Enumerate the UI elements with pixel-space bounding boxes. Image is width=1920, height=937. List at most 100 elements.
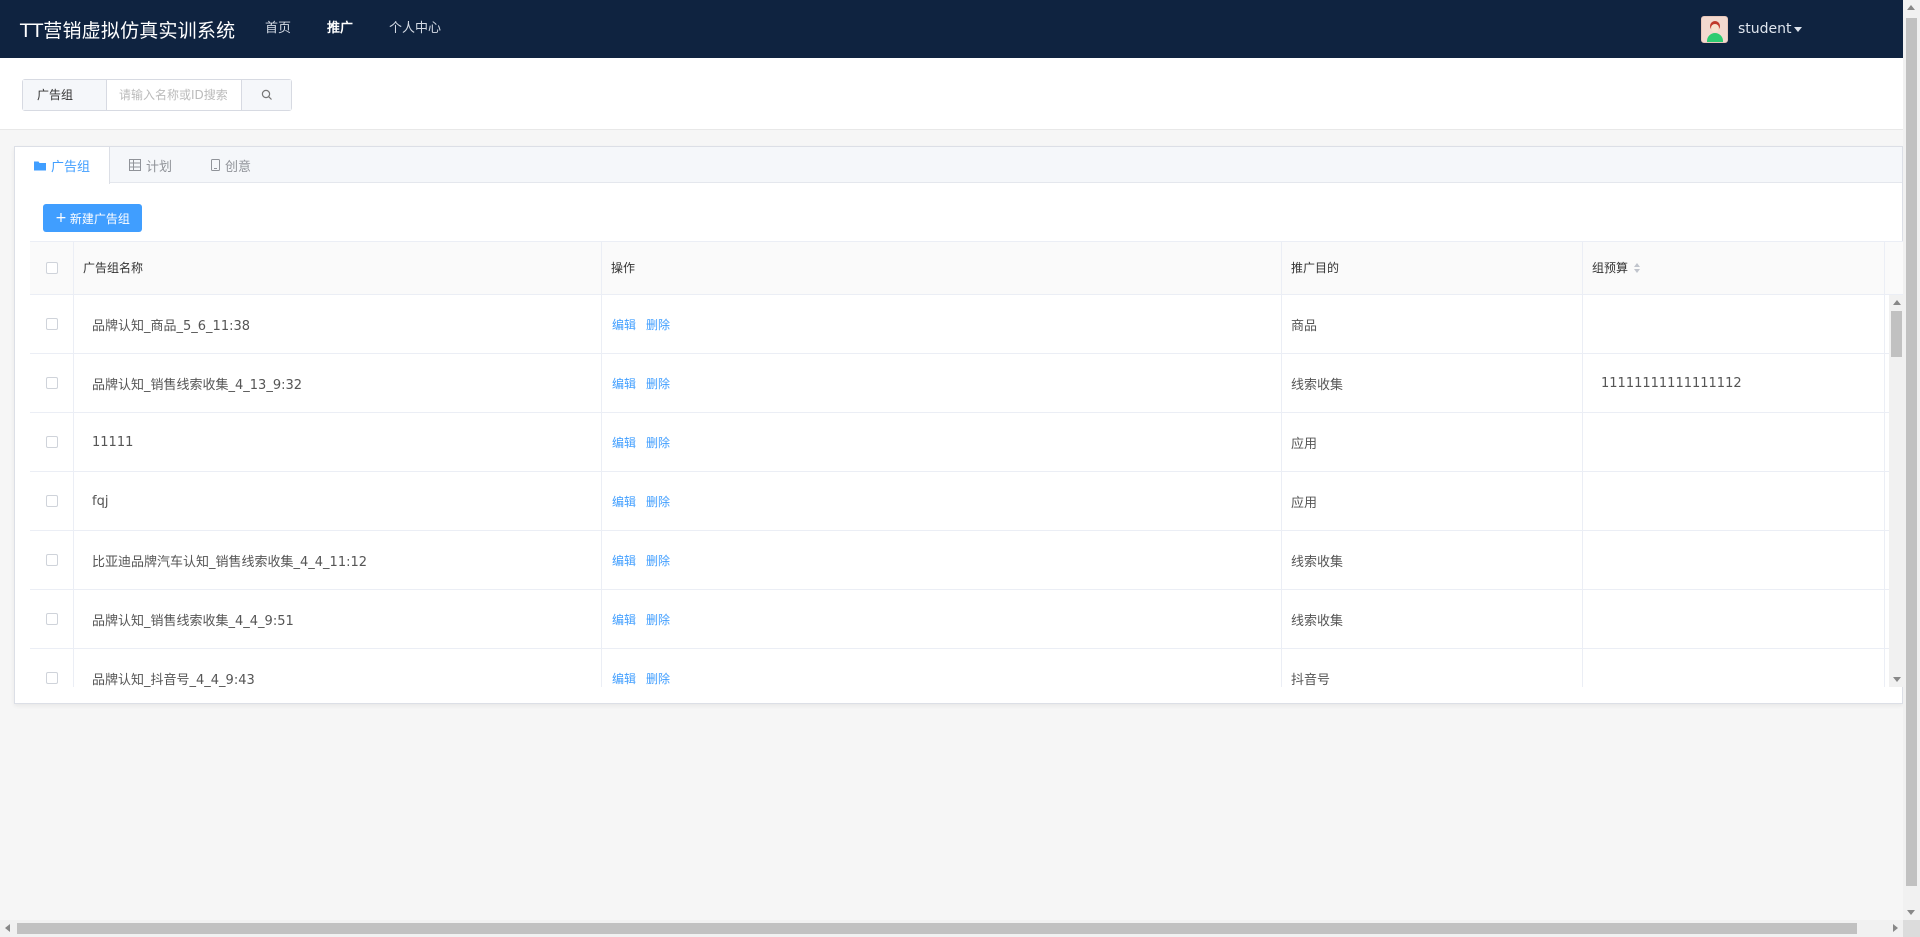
table-row: fqj 编辑 删除 应用	[30, 472, 1904, 531]
search-input[interactable]	[107, 80, 241, 110]
caret-down-icon	[1793, 26, 1802, 32]
username: student	[1738, 21, 1792, 37]
row-actions: 编辑 删除	[602, 649, 1282, 687]
row-select-cell	[30, 295, 74, 353]
select-all-checkbox[interactable]	[45, 262, 58, 274]
search-box: 广告组	[22, 79, 292, 111]
ad-group-name: fqj	[74, 472, 602, 530]
group-budget	[1583, 590, 1885, 648]
main-nav: 首页 推广 个人中心	[265, 0, 477, 58]
page-vertical-scrollbar[interactable]	[1903, 0, 1920, 920]
nav-item-promotion[interactable]: 推广	[327, 0, 353, 58]
search-scope-select[interactable]: 广告组	[23, 80, 107, 110]
group-budget	[1583, 295, 1885, 353]
row-checkbox[interactable]	[45, 554, 58, 566]
promotion-purpose: 线索收集	[1282, 531, 1583, 589]
table-row: 品牌认知_抖音号_4_4_9:43 编辑 删除 抖音号	[30, 649, 1904, 687]
row-checkbox[interactable]	[45, 495, 58, 507]
scroll-up-arrow-icon[interactable]	[1893, 300, 1901, 305]
search-button[interactable]	[241, 80, 291, 110]
row-actions: 编辑 删除	[602, 413, 1282, 471]
scroll-down-arrow-icon[interactable]	[1893, 677, 1901, 682]
search-region: 广告组	[0, 58, 1903, 130]
scrollbar-corner	[1903, 920, 1920, 937]
edit-link[interactable]: 编辑	[612, 493, 636, 510]
row-select-cell	[30, 590, 74, 648]
row-actions: 编辑 删除	[602, 295, 1282, 353]
tab-creatives[interactable]: 创意	[192, 147, 271, 183]
delete-link[interactable]: 删除	[646, 611, 670, 628]
nav-item-personal-center[interactable]: 个人中心	[389, 0, 441, 58]
table-scrollbar-thumb[interactable]	[1891, 311, 1902, 357]
edit-link[interactable]: 编辑	[612, 316, 636, 333]
edit-link[interactable]: 编辑	[612, 670, 636, 687]
promotion-purpose: 商品	[1282, 295, 1583, 353]
delete-link[interactable]: 删除	[646, 552, 670, 569]
table-row: 品牌认知_销售线索收集_4_13_9:32 编辑 删除 线索收集 11111111…	[30, 354, 1904, 413]
folder-icon	[34, 160, 46, 171]
ad-group-name: 品牌认知_销售线索收集_4_13_9:32	[74, 354, 602, 412]
ad-group-name: 11111	[74, 413, 602, 471]
table-row: 11111 编辑 删除 应用	[30, 413, 1904, 472]
row-actions: 编辑 删除	[602, 590, 1282, 648]
scroll-up-arrow-icon[interactable]	[1907, 5, 1915, 10]
column-header-purpose: 推广目的	[1282, 242, 1583, 294]
row-select-cell	[30, 472, 74, 530]
edit-link[interactable]: 编辑	[612, 552, 636, 569]
ad-group-name: 品牌认知_销售线索收集_4_4_9:51	[74, 590, 602, 648]
table-row: 品牌认知_商品_5_6_11:38 编辑 删除 商品	[30, 295, 1904, 354]
nav-item-home[interactable]: 首页	[265, 0, 291, 58]
row-checkbox[interactable]	[45, 613, 58, 625]
row-checkbox[interactable]	[45, 377, 58, 389]
page-vertical-scrollbar-thumb[interactable]	[1906, 18, 1917, 886]
table-row: 品牌认知_销售线索收集_4_4_9:51 编辑 删除 线索收集	[30, 590, 1904, 649]
scroll-left-arrow-icon[interactable]	[5, 924, 10, 932]
delete-link[interactable]: 删除	[646, 493, 670, 510]
tab-ad-groups[interactable]: 广告组	[15, 147, 111, 184]
group-budget	[1583, 413, 1885, 471]
promotion-purpose: 线索收集	[1282, 590, 1583, 648]
row-checkbox[interactable]	[45, 672, 58, 684]
search-icon	[261, 89, 272, 100]
edit-link[interactable]: 编辑	[612, 611, 636, 628]
table-icon	[129, 159, 142, 171]
user-menu[interactable]: student	[1701, 15, 1802, 43]
tab-plans[interactable]: 计划	[110, 147, 192, 183]
top-navbar: TT营销虚拟仿真实训系统 首页 推广 个人中心 student	[0, 0, 1903, 58]
edit-link[interactable]: 编辑	[612, 434, 636, 451]
group-budget	[1583, 531, 1885, 589]
new-ad-group-button[interactable]: + 新建广告组	[43, 204, 142, 232]
mobile-icon	[211, 159, 221, 171]
delete-link[interactable]: 删除	[646, 375, 670, 392]
column-header-budget[interactable]: 组预算	[1583, 242, 1885, 294]
content-card: 广告组 计划 创意 + 新建广告组 广告组名称 操作 推广目的 组预算 品牌认知…	[14, 146, 1904, 704]
table-header: 广告组名称 操作 推广目的 组预算	[30, 241, 1904, 295]
row-actions: 编辑 删除	[602, 531, 1282, 589]
table-header-gutter	[1889, 241, 1904, 295]
table-body: 品牌认知_商品_5_6_11:38 编辑 删除 商品 品牌认知_销售线索收集_4_…	[30, 295, 1904, 687]
delete-link[interactable]: 删除	[646, 434, 670, 451]
promotion-purpose: 线索收集	[1282, 354, 1583, 412]
page-horizontal-scrollbar-thumb[interactable]	[17, 923, 1857, 934]
ad-group-name: 品牌认知_抖音号_4_4_9:43	[74, 649, 602, 687]
scroll-down-arrow-icon[interactable]	[1907, 910, 1915, 915]
sort-icon[interactable]	[1634, 263, 1641, 273]
app-title: TT营销虚拟仿真实训系统	[20, 20, 236, 42]
column-header-budget-label: 组预算	[1592, 261, 1629, 275]
group-budget	[1583, 649, 1885, 687]
group-budget	[1583, 472, 1885, 530]
edit-link[interactable]: 编辑	[612, 375, 636, 392]
table-scrollbar[interactable]	[1889, 295, 1904, 687]
row-select-cell	[30, 531, 74, 589]
row-checkbox[interactable]	[45, 436, 58, 448]
delete-link[interactable]: 删除	[646, 670, 670, 687]
scroll-right-arrow-icon[interactable]	[1893, 924, 1898, 932]
ad-group-name: 比亚迪品牌汽车认知_销售线索收集_4_4_11:12	[74, 531, 602, 589]
row-checkbox[interactable]	[45, 318, 58, 330]
row-select-cell	[30, 354, 74, 412]
page-horizontal-scrollbar[interactable]	[0, 920, 1903, 937]
user-avatar-icon	[1701, 15, 1728, 43]
delete-link[interactable]: 删除	[646, 316, 670, 333]
row-actions: 编辑 删除	[602, 354, 1282, 412]
select-all-cell	[30, 242, 74, 294]
